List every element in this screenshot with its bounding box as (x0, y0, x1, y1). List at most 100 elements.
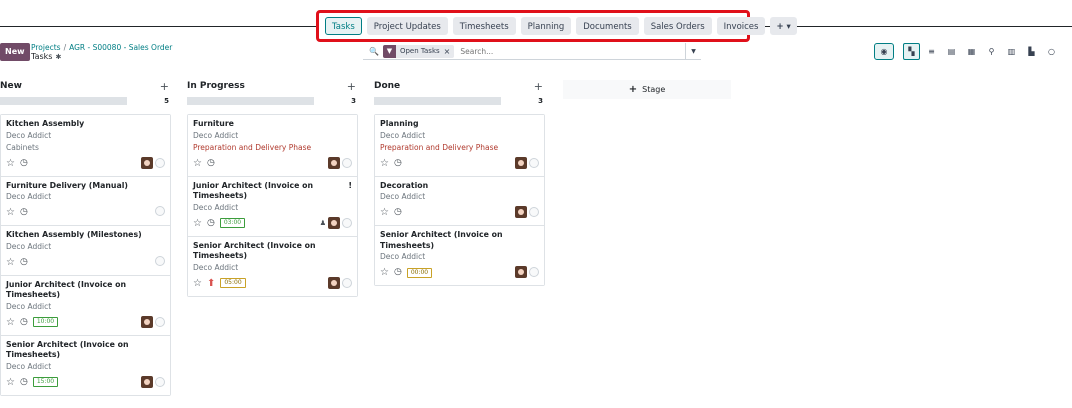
avatar[interactable] (515, 206, 527, 218)
status-circle-icon[interactable] (529, 157, 539, 168)
clock-icon[interactable]: ◷ (20, 376, 28, 389)
column-count: 5 (164, 97, 169, 105)
status-circle-icon[interactable] (155, 157, 165, 168)
progress-bar[interactable] (187, 97, 314, 105)
form-view-icon[interactable]: ▤ (943, 43, 960, 60)
tab-more-dropdown[interactable]: + ▾ (770, 17, 797, 35)
quick-create-icon[interactable]: + (534, 80, 543, 93)
map-view-icon[interactable]: ⚲ (983, 43, 1000, 60)
breadcrumb-sales-order-link[interactable]: AGR - S00080 - Sales Order (69, 43, 172, 52)
eye-icon[interactable]: ◉ (874, 43, 894, 60)
quick-create-icon[interactable]: + (347, 80, 356, 93)
star-icon[interactable]: ☆ (380, 157, 389, 170)
task-card[interactable]: Kitchen Assembly Deco Addict Cabinets ☆ … (1, 115, 170, 177)
task-title: Planning (380, 119, 419, 128)
allocated-hours-badge: 15:00 (32, 377, 59, 387)
avatar[interactable] (141, 156, 153, 169)
new-button[interactable]: New (0, 43, 30, 61)
star-icon[interactable]: ☆ (380, 206, 389, 219)
calendar-view-icon[interactable]: ▦ (963, 43, 980, 60)
avatar[interactable] (328, 276, 340, 289)
task-customer: Deco Addict (6, 192, 52, 201)
star-icon[interactable]: ☆ (193, 157, 202, 170)
breadcrumb-projects-link[interactable]: Projects (31, 43, 61, 52)
status-circle-icon[interactable] (529, 207, 539, 217)
clock-icon[interactable]: ◷ (207, 217, 215, 230)
clock-icon[interactable]: ◷ (20, 256, 28, 269)
task-card[interactable]: Senior Architect (Invoice on Timesheets)… (188, 236, 357, 296)
clock-icon[interactable]: ◷ (20, 157, 28, 170)
status-circle-icon[interactable] (342, 277, 352, 288)
task-tag: Preparation and Delivery Phase (380, 142, 499, 152)
task-card[interactable]: Furniture Deco Addict Preparation and De… (188, 115, 357, 177)
avatar[interactable] (515, 266, 527, 278)
tab-planning[interactable]: Planning (520, 17, 572, 35)
kanban-view-icon[interactable]: ▚ (903, 43, 920, 60)
avatar[interactable] (141, 315, 153, 328)
star-icon[interactable]: ☆ (193, 217, 202, 230)
status-circle-icon[interactable] (155, 376, 165, 387)
task-card[interactable]: Senior Architect (Invoice on Timesheets)… (1, 335, 170, 395)
task-customer: Deco Addict (380, 252, 426, 261)
avatar[interactable] (141, 375, 153, 388)
star-icon[interactable]: ☆ (6, 376, 15, 389)
tab-tasks[interactable]: Tasks (325, 17, 362, 35)
progress-bar[interactable] (0, 97, 127, 105)
add-stage-button[interactable]: + Stage (563, 80, 731, 99)
filter-facet: ▼ Open Tasks × (382, 44, 455, 58)
activity-view-icon[interactable]: ○ (1043, 43, 1060, 60)
task-title: Kitchen Assembly (Milestones) (6, 230, 142, 239)
search-options-toggle-icon[interactable]: ▼ (685, 42, 701, 60)
task-card[interactable]: Senior Architect (Invoice on Timesheets)… (375, 226, 544, 285)
tab-sales-orders[interactable]: Sales Orders (643, 17, 712, 35)
tab-invoices[interactable]: Invoices (716, 17, 766, 35)
star-icon[interactable]: ☆ (6, 256, 15, 269)
status-circle-icon[interactable] (155, 206, 165, 216)
tab-project-updates[interactable]: Project Updates (366, 17, 448, 35)
star-icon[interactable]: ☆ (380, 266, 389, 279)
view-switcher: ▚ ≡ ▤ ▦ ⚲ ▥ ▙ ○ (903, 43, 1060, 60)
clock-icon[interactable]: ◷ (394, 266, 402, 279)
list-view-icon[interactable]: ≡ (923, 43, 940, 60)
clock-icon[interactable]: ◷ (394, 157, 402, 170)
clock-icon[interactable]: ◷ (207, 157, 215, 170)
progress-bar[interactable] (374, 97, 501, 105)
status-circle-icon[interactable] (342, 217, 352, 228)
graph-view-icon[interactable]: ▙ (1023, 43, 1040, 60)
clock-icon[interactable]: ◷ (20, 316, 28, 329)
avatar[interactable] (328, 216, 340, 229)
task-card[interactable]: Planning Deco Addict Preparation and Del… (375, 115, 544, 177)
task-card[interactable]: Furniture Delivery (Manual) Deco Addict … (1, 176, 170, 226)
task-customer: Deco Addict (380, 130, 426, 140)
task-card[interactable]: Junior Architect (Invoice on Timesheets)… (1, 275, 170, 336)
task-card[interactable]: Decoration Deco Addict ☆ ◷ (375, 176, 544, 226)
clock-icon[interactable]: ◷ (394, 206, 402, 219)
card-footer: ☆ ◷ (6, 205, 165, 220)
pivot-view-icon[interactable]: ▥ (1003, 43, 1020, 60)
avatar[interactable] (328, 156, 340, 169)
star-icon[interactable]: ☆ (6, 316, 15, 329)
clock-icon[interactable]: ◷ (20, 206, 28, 219)
gear-icon[interactable]: ✱ (55, 53, 61, 61)
tab-timesheets[interactable]: Timesheets (452, 17, 516, 35)
status-circle-icon[interactable] (155, 316, 165, 327)
task-customer: Deco Addict (6, 361, 52, 371)
search-input[interactable] (460, 46, 685, 56)
star-icon[interactable]: ☆ (6, 206, 15, 219)
allocated-hours-badge: 05:00 (220, 278, 246, 288)
status-circle-icon[interactable] (529, 267, 539, 277)
status-circle-icon[interactable] (342, 157, 352, 168)
upload-icon[interactable]: ⬆ (207, 278, 215, 289)
status-circle-icon[interactable] (155, 255, 165, 266)
tab-documents[interactable]: Documents (576, 17, 639, 35)
avatar[interactable] (515, 156, 527, 169)
task-card[interactable]: Kitchen Assembly (Milestones) Deco Addic… (1, 226, 170, 276)
quick-create-icon[interactable]: + (160, 80, 169, 93)
star-icon[interactable]: ☆ (6, 157, 15, 170)
star-icon[interactable]: ☆ (193, 277, 202, 290)
search-icon[interactable]: 🔍 (369, 47, 379, 56)
card-footer: ☆ ◷ (380, 156, 539, 171)
task-card[interactable]: ! Junior Architect (Invoice on Timesheet… (188, 176, 357, 237)
remove-facet-icon[interactable]: × (444, 47, 455, 56)
page-title-row: Tasks ✱ (31, 52, 61, 61)
